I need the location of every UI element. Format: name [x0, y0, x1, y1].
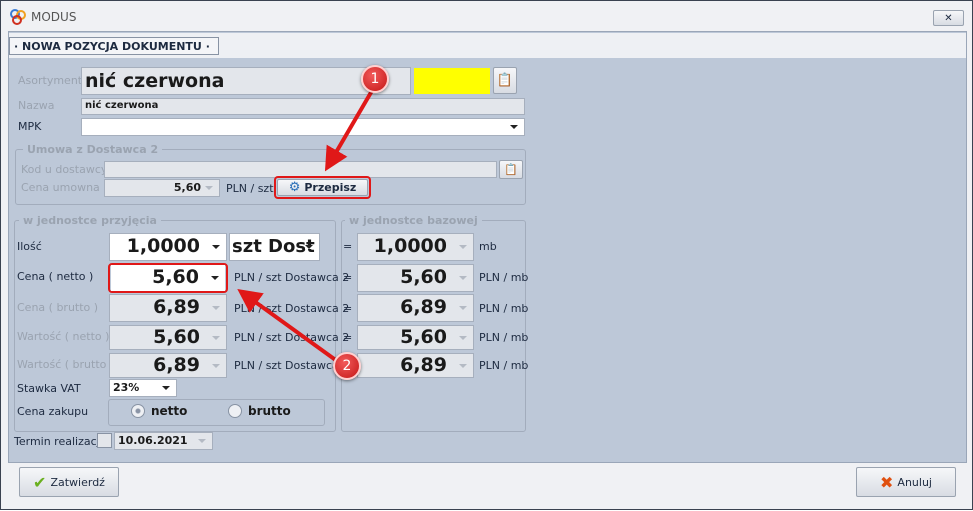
annotation-badge-1: 1 — [361, 65, 389, 93]
annotation-badge-2: 2 — [333, 352, 361, 380]
dialog-window: MODUS ✕ · NOWA POZYCJA DOKUMENTU · Asort… — [0, 0, 973, 510]
arrow-2 — [237, 288, 339, 363]
arrow-1 — [324, 87, 375, 172]
annotation-arrows — [237, 87, 375, 363]
